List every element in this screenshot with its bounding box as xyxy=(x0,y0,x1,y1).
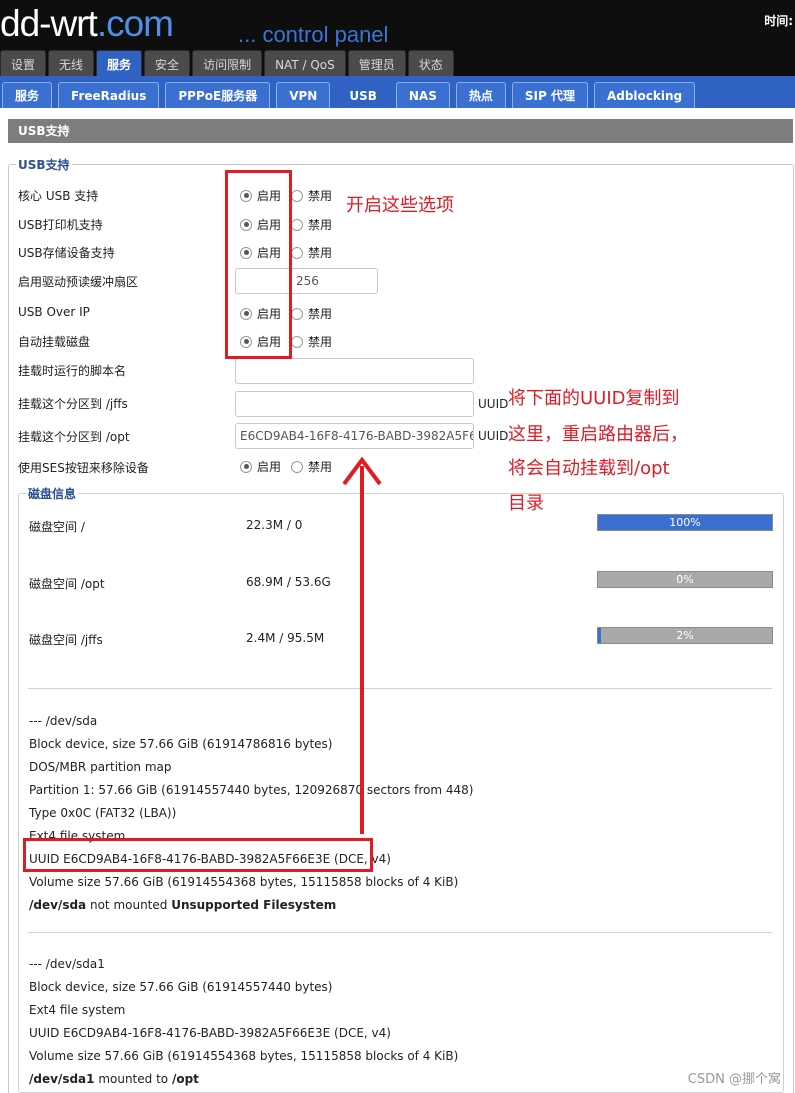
annotation-arrow xyxy=(342,456,382,834)
watermark: CSDN @挪个窝 xyxy=(687,1072,781,1087)
